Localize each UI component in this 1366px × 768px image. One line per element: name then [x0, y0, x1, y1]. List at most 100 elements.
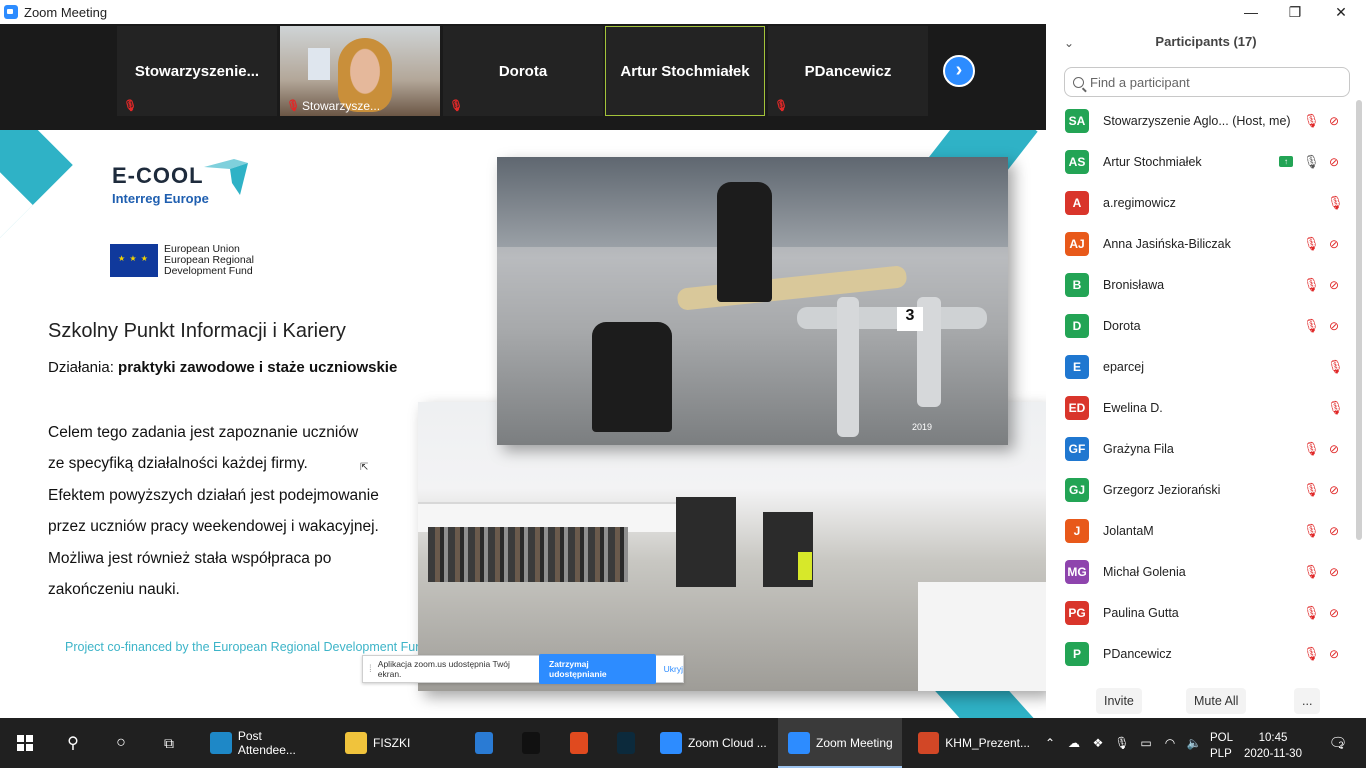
stop-share-button[interactable]: Zatrzymaj udostępnianie	[539, 654, 656, 684]
mic-on-icon[interactable]: 🎙	[1303, 154, 1320, 170]
participant-row[interactable]: Eeparcej 🎙	[1046, 347, 1356, 388]
microphone-icon[interactable]: 🎙	[1112, 718, 1132, 768]
tile-name: Dorota	[498, 62, 548, 80]
clock-date: 2020-11-30	[1244, 748, 1302, 760]
participant-row[interactable]: MG Michał Golenia 🎙 ⊘	[1046, 552, 1356, 593]
camera-off-icon[interactable]: ⊘	[1325, 647, 1343, 661]
mic-muted-icon[interactable]: 🎙	[1303, 647, 1320, 661]
start-button[interactable]	[8, 718, 42, 768]
hide-toolbar-button[interactable]: Ukryj	[664, 664, 683, 674]
camera-off-icon[interactable]: ⊘	[1325, 442, 1343, 456]
volume-icon[interactable]: 🔈	[1184, 718, 1204, 768]
camera-off-icon[interactable]: ⊘	[1325, 155, 1343, 169]
mute-all-button[interactable]: Mute All	[1186, 688, 1247, 714]
mic-muted-icon[interactable]: 🎙	[1303, 278, 1320, 292]
taskbar-item-label: Post Attendee...	[237, 729, 296, 757]
video-tile[interactable]: Dorota 🎙	[443, 26, 603, 116]
wifi-icon[interactable]: ◠	[1160, 718, 1180, 768]
mic-muted-icon[interactable]: 🎙	[1327, 360, 1344, 374]
background-poster	[308, 48, 330, 80]
body-line: Możliwa jest również stała współpraca po	[48, 549, 332, 567]
participant-row[interactable]: J JolantaM 🎙 ⊘	[1046, 511, 1356, 552]
tile-name: PDancewicz	[804, 62, 892, 80]
avatar: GF	[1065, 437, 1089, 461]
participant-row[interactable]: B Bronisława 🎙 ⊘	[1046, 265, 1356, 306]
camera-off-icon[interactable]: ⊘	[1325, 483, 1343, 497]
video-tile-camera[interactable]: 🎙 Stowarzysze...	[280, 26, 440, 116]
participant-name: Ewelina D.	[1103, 401, 1163, 415]
photo-forklift-demo	[418, 402, 1046, 691]
participant-row[interactable]: D Dorota 🎙 ⊘	[1046, 306, 1356, 347]
notification-count: 2	[1338, 740, 1344, 750]
taskbar-item[interactable]: Post Attendee...	[200, 718, 322, 768]
search-icon[interactable]: ⚲	[56, 718, 90, 768]
avatar: GJ	[1065, 478, 1089, 502]
video-tile-active-speaker[interactable]: Artur Stochmiałek	[605, 26, 765, 116]
participant-row[interactable]: SA Stowarzyszenie Aglo... (Host, me) 🎙 ⊘	[1046, 101, 1356, 142]
participant-search-input[interactable]: Find a participant	[1064, 67, 1350, 97]
taskbar-item[interactable]: Zoom Meeting	[778, 718, 902, 768]
minimize-button[interactable]: —	[1228, 0, 1274, 24]
taskbar-item[interactable]	[560, 718, 594, 768]
participant-row[interactable]: AJ Anna Jasińska-Biliczak 🎙 ⊘	[1046, 224, 1356, 265]
dropbox-icon[interactable]: ❖	[1088, 718, 1108, 768]
participant-row[interactable]: Aa.regimowicz 🎙	[1046, 183, 1356, 224]
camera-off-icon[interactable]: ⊘	[1325, 606, 1343, 620]
camera-off-icon[interactable]: ⊘	[1325, 237, 1343, 251]
camera-off-icon[interactable]: ⊘	[1325, 565, 1343, 579]
taskbar-item[interactable]	[512, 718, 546, 768]
mic-muted-icon[interactable]: 🎙	[1303, 237, 1320, 251]
logo-mark-icon	[204, 159, 248, 195]
notifications-button[interactable]: 🗨 2	[1320, 718, 1352, 768]
mic-muted-icon[interactable]: 🎙	[1303, 319, 1320, 333]
mic-muted-icon[interactable]: 🎙	[1327, 196, 1344, 210]
participant-row[interactable]: PG Paulina Gutta 🎙 ⊘	[1046, 593, 1356, 634]
language-2: PLP	[1210, 748, 1232, 760]
participant-row[interactable]: AS Artur Stochmiałek ↑ 🎙 ⊘	[1046, 142, 1356, 183]
mic-muted-icon[interactable]: 🎙	[1327, 401, 1344, 415]
next-page-button[interactable]: ›	[943, 55, 975, 87]
video-tile[interactable]: Stowarzyszenie... 🎙	[117, 26, 277, 116]
onedrive-icon[interactable]: ☁	[1064, 718, 1084, 768]
camera-off-icon[interactable]: ⊘	[1325, 524, 1343, 538]
photo-person	[717, 182, 772, 302]
mic-muted-icon[interactable]: 🎙	[1303, 442, 1320, 456]
participants-scrollbar[interactable]	[1356, 100, 1362, 540]
mic-muted-icon[interactable]: 🎙	[1303, 524, 1320, 538]
drag-handle-icon[interactable]: ⁞	[369, 664, 372, 675]
video-strip: Stowarzyszenie... 🎙 🎙 Stowarzysze... Dor…	[0, 24, 1046, 130]
taskbar-item-label: KHM_Prezent...	[945, 736, 1030, 750]
more-button[interactable]: ...	[1294, 688, 1321, 714]
invite-button[interactable]: Invite	[1096, 688, 1142, 714]
show-hidden-icons-icon[interactable]: ⌃	[1040, 718, 1060, 768]
mic-muted-icon[interactable]: 🎙	[1303, 606, 1320, 620]
photo-caption: 2019	[912, 422, 933, 432]
battery-icon[interactable]: ▭	[1136, 718, 1156, 768]
participant-row[interactable]: GF Grażyna Fila 🎙 ⊘	[1046, 429, 1356, 470]
taskbar-item[interactable]	[607, 718, 641, 768]
mic-muted-icon[interactable]: 🎙	[1303, 114, 1320, 128]
participant-row[interactable]: GJ Grzegorz Jeziorański 🎙 ⊘	[1046, 470, 1356, 511]
taskbar-item[interactable]: FISZKI	[335, 718, 455, 768]
video-tile[interactable]: PDancewicz 🎙	[768, 26, 928, 116]
maximize-button[interactable]: ❐	[1272, 0, 1318, 24]
body-line: ze specyfiką działalności każdej firmy.	[48, 455, 308, 473]
mic-muted-icon[interactable]: 🎙	[1303, 483, 1320, 497]
taskbar-item[interactable]	[465, 718, 499, 768]
mic-muted-icon[interactable]: 🎙	[1303, 565, 1320, 579]
participant-name: Michał Golenia	[1103, 565, 1186, 579]
camera-off-icon[interactable]: ⊘	[1325, 319, 1343, 333]
taskbar-item[interactable]: KHM_Prezent...	[908, 718, 1030, 768]
camera-off-icon[interactable]: ⊘	[1325, 278, 1343, 292]
participant-row[interactable]: ED Ewelina D. 🎙	[1046, 388, 1356, 429]
cortana-icon[interactable]: ○	[104, 718, 138, 768]
close-button[interactable]: ✕	[1318, 0, 1364, 24]
participants-footer: Invite Mute All ...	[1046, 688, 1366, 714]
participant-row[interactable]: P PDancewicz 🎙 ⊘	[1046, 634, 1356, 675]
ecool-logo: E-COOL Interreg Europe	[112, 159, 248, 206]
clock[interactable]: 10:45 2020-11-30	[1243, 730, 1303, 762]
taskbar-item[interactable]: Zoom Cloud ...	[650, 718, 774, 768]
task-view-icon[interactable]: ⧉	[152, 718, 186, 768]
camera-off-icon[interactable]: ⊘	[1325, 114, 1343, 128]
language-indicator[interactable]: POL PLP	[1210, 730, 1233, 762]
